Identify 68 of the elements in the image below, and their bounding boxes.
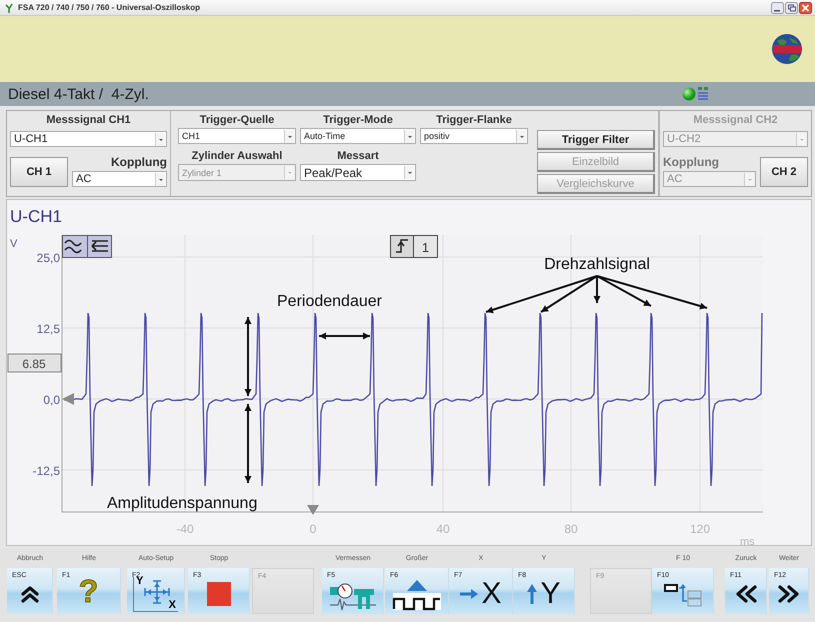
trigger-edge-icon[interactable] <box>390 235 414 258</box>
cursor-value-label: 6.85 <box>8 354 62 372</box>
channel-button[interactable]: CH 1 <box>10 157 68 187</box>
field-label: Trigger-Quelle <box>198 114 276 127</box>
trigger-marker-icon <box>307 505 319 515</box>
close-icon[interactable] <box>799 2 812 14</box>
annotation-label: Drehzahlsignal <box>544 256 650 273</box>
trigger-dropdown[interactable]: positiv <box>420 128 528 144</box>
trigger-dropdown[interactable]: Peak/Peak <box>300 164 416 181</box>
caret-icon <box>155 132 165 146</box>
zero-marker-icon <box>62 393 74 405</box>
axis-tick-label: 25,0 <box>36 251 60 265</box>
connection-icon <box>697 86 709 102</box>
annotation-label: Periodendauer <box>277 293 382 310</box>
field-label: Zylinder Auswahl <box>190 150 284 163</box>
axis-tick-label: 0,0 <box>43 393 60 407</box>
caret-icon <box>155 172 165 186</box>
caret-icon <box>516 130 526 142</box>
action-button[interactable]: Trigger Filter <box>537 130 655 150</box>
layout-icon <box>662 581 702 607</box>
axis-letter: X <box>168 598 176 610</box>
status-light-icon <box>682 87 696 101</box>
maximize-icon[interactable] <box>785 2 798 14</box>
channel-title: U-CH1 <box>10 207 62 226</box>
axis-tick-label: 12,5 <box>36 322 60 336</box>
caret-icon <box>796 132 806 146</box>
axis-tick-label: -40 <box>176 522 194 536</box>
annotation-label: Amplitudenspannung <box>107 495 258 512</box>
axis-unit: V <box>10 238 18 250</box>
axis-letter: X <box>481 579 502 609</box>
axis-tick-label: 80 <box>564 522 578 536</box>
axis-tick-label: 120 <box>690 522 710 536</box>
chevrons-right-icon <box>776 584 800 604</box>
vehicle-title: Diesel 4-Takt / 4-Zyl. <box>8 86 150 102</box>
trigger-channel-label[interactable]: 1 <box>413 235 438 258</box>
caret-icon <box>404 130 414 142</box>
waveform-mode-icon[interactable] <box>62 235 88 258</box>
coupling-label: Kopplung <box>110 155 167 169</box>
signal-dropdown[interactable]: U-CH1 <box>10 131 167 147</box>
coupling-label: Kopplung <box>663 155 720 169</box>
field-label: Messart <box>336 150 380 163</box>
globe-icon <box>771 33 803 65</box>
window-title: FSA 720 / 740 / 750 / 760 - Universal-Oszilloskop <box>18 3 202 12</box>
question-mark-icon: ? <box>78 576 98 606</box>
double-arrow <box>319 332 370 340</box>
caret-icon <box>404 166 414 179</box>
arrow-up-icon <box>526 583 538 605</box>
caret-icon <box>284 130 294 142</box>
section-heading: Messsignal CH2 <box>692 114 779 127</box>
axis-letter: Y <box>540 579 560 609</box>
trigger-dropdown[interactable]: Auto-Time <box>300 128 416 144</box>
caret-icon <box>744 172 754 186</box>
caret-icon <box>284 166 294 179</box>
minimize-icon[interactable] <box>771 2 784 14</box>
section-heading: Messsignal CH1 <box>45 114 132 127</box>
autoscale-icon <box>144 580 170 604</box>
chevrons-left-icon <box>734 584 758 604</box>
trigger-dropdown[interactable]: CH1 <box>178 128 296 144</box>
arrow-right-icon <box>459 588 480 600</box>
stop-icon <box>206 582 230 606</box>
axis-tick-label: -12,5 <box>32 464 60 478</box>
axis-unit: ms <box>740 536 755 545</box>
axis-tick-label: 0 <box>310 522 316 536</box>
field-label: Trigger-Flanke <box>435 114 513 127</box>
app-icon <box>5 2 13 12</box>
axis-tick-label: 40 <box>436 522 450 536</box>
coupling-dropdown[interactable]: AC <box>72 171 167 187</box>
field-label: Trigger-Mode <box>322 114 394 127</box>
